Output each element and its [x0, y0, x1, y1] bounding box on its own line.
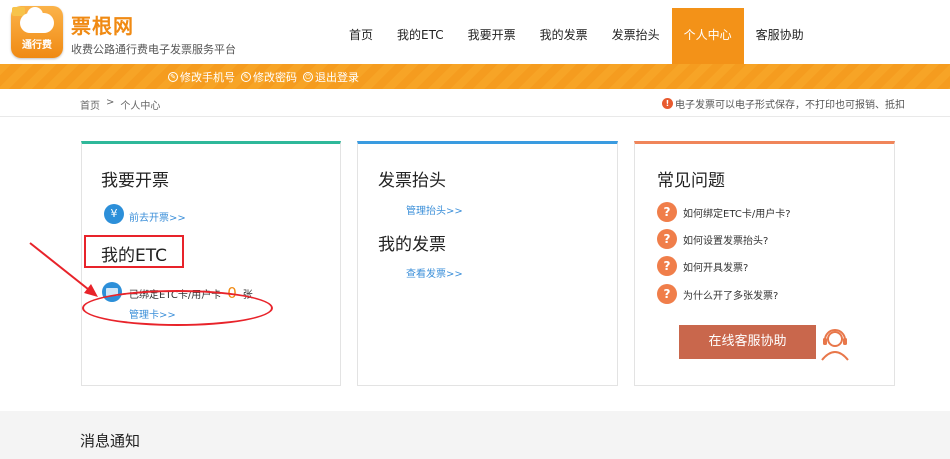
- go-issue-invoice-link[interactable]: 前去开票>>: [129, 209, 186, 224]
- customer-agent-icon: [821, 329, 849, 361]
- nav-personal-center[interactable]: 个人中心: [671, 8, 744, 64]
- breadcrumb: 首页 > 个人中心: [80, 97, 160, 112]
- notification-title: 消息通知: [80, 432, 141, 450]
- lock-icon: ✎: [241, 71, 251, 82]
- card-invoice-header: 发票抬头 管理抬头>> 我的发票 查看发票>>: [357, 141, 618, 386]
- brand-name[interactable]: 票根网: [71, 10, 134, 39]
- annotation-highlight-box: [84, 235, 184, 268]
- card-issue-invoice: 我要开票 ¥ 前去开票>> 我的ETC 已绑定ETC卡/用户卡 0 张 管理卡>…: [81, 141, 341, 386]
- breadcrumb-separator: >: [106, 97, 115, 108]
- faq-item[interactable]: ? 如何设置发票抬头?: [657, 229, 768, 249]
- logo-text: 通行费: [22, 40, 52, 51]
- nav-my-invoices[interactable]: 我的发票: [528, 8, 600, 64]
- phone-icon: ✎: [168, 71, 178, 82]
- online-service-button[interactable]: 在线客服协助: [679, 325, 816, 359]
- invoice-header-title: 发票抬头: [378, 171, 446, 191]
- change-phone-link[interactable]: ✎ 修改手机号: [168, 69, 235, 85]
- card-faq: 常见问题 ? 如何绑定ETC卡/用户卡? ? 如何设置发票抬头? ? 如何开具发…: [634, 141, 895, 386]
- faq-question: 如何设置发票抬头?: [683, 235, 769, 247]
- nav-issue-invoice[interactable]: 我要开票: [456, 8, 528, 64]
- faq-item[interactable]: ? 如何绑定ETC卡/用户卡?: [657, 202, 791, 222]
- question-icon: ?: [657, 284, 677, 304]
- logout-label: 退出登录: [315, 70, 359, 84]
- question-icon: ?: [657, 256, 677, 276]
- user-actions: ✎ 修改手机号 ✎ 修改密码 ⏻ 退出登录: [168, 64, 365, 89]
- nav-home[interactable]: 首页: [337, 8, 385, 64]
- breadcrumb-home[interactable]: 首页: [80, 97, 100, 112]
- change-phone-label: 修改手机号: [180, 70, 235, 84]
- app-logo-icon[interactable]: 通行费: [11, 6, 63, 58]
- page: 通行费 票根网 收费公路通行费电子发票服务平台 首页 我的ETC 我要开票 我的…: [0, 0, 950, 459]
- issue-invoice-title: 我要开票: [101, 171, 169, 191]
- top-header: 通行费 票根网 收费公路通行费电子发票服务平台 首页 我的ETC 我要开票 我的…: [0, 0, 950, 64]
- notification-section: 消息通知: [0, 411, 950, 459]
- annotation-highlight-ellipse: [82, 290, 273, 326]
- faq-title: 常见问题: [657, 171, 725, 191]
- nav-customer-service[interactable]: 客服协助: [744, 8, 816, 64]
- divider: [0, 116, 950, 117]
- breadcrumb-current: 个人中心: [120, 101, 161, 112]
- brand-subtitle: 收费公路通行费电子发票服务平台: [71, 43, 236, 56]
- faq-item[interactable]: ? 为什么开了多张发票?: [657, 284, 778, 304]
- cloud-icon: [20, 7, 54, 33]
- user-action-strip: ✎ 修改手机号 ✎ 修改密码 ⏻ 退出登录: [0, 64, 950, 89]
- faq-question: 如何绑定ETC卡/用户卡?: [683, 208, 791, 220]
- question-icon: ?: [657, 229, 677, 249]
- question-icon: ?: [657, 202, 677, 222]
- yen-icon: ¥: [104, 204, 124, 224]
- faq-question: 如何开具发票?: [683, 262, 749, 274]
- logout-link[interactable]: ⏻ 退出登录: [303, 69, 359, 85]
- logout-icon: ⏻: [303, 71, 313, 82]
- view-invoices-link[interactable]: 查看发票>>: [406, 265, 463, 280]
- main-nav: 首页 我的ETC 我要开票 我的发票 发票抬头 个人中心 客服协助: [337, 8, 816, 64]
- change-password-label: 修改密码: [253, 70, 297, 84]
- manage-header-link[interactable]: 管理抬头>>: [406, 202, 463, 217]
- nav-my-etc[interactable]: 我的ETC: [385, 8, 456, 64]
- faq-item[interactable]: ? 如何开具发票?: [657, 256, 748, 276]
- faq-question: 为什么开了多张发票?: [683, 290, 779, 302]
- my-invoices-title: 我的发票: [378, 235, 446, 255]
- nav-invoice-header[interactable]: 发票抬头: [600, 8, 672, 64]
- change-password-link[interactable]: ✎ 修改密码: [241, 69, 297, 85]
- e-invoice-notice: ! 电子发票可以电子形式保存，不打印也可报销、抵扣: [662, 96, 905, 111]
- notice-text: 电子发票可以电子形式保存，不打印也可报销、抵扣: [675, 100, 905, 111]
- alert-icon: !: [662, 98, 673, 109]
